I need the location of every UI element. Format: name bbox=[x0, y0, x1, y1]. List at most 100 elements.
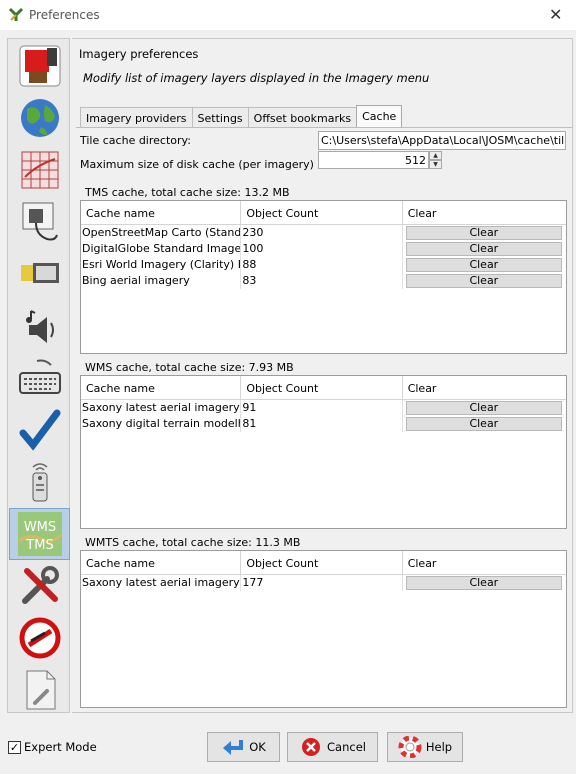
tab-settings[interactable]: Settings bbox=[191, 107, 249, 128]
help-button[interactable]: Help bbox=[387, 732, 463, 762]
table-row[interactable]: Saxony digital terrain modelho… 81 Clear bbox=[81, 416, 566, 432]
advanced-document-icon bbox=[26, 670, 55, 710]
title-bar: Preferences ✕ bbox=[0, 0, 576, 30]
cancel-icon bbox=[302, 738, 321, 756]
tile-cache-label: Tile cache directory: bbox=[80, 134, 191, 147]
col-object-count[interactable]: Object Count bbox=[241, 551, 403, 575]
object-count-cell: 91 bbox=[241, 400, 403, 416]
table-row[interactable]: Saxony latest aerial imagery 91 Clear bbox=[81, 400, 566, 416]
col-cache-name[interactable]: Cache name bbox=[81, 551, 242, 575]
page-title: Imagery preferences bbox=[79, 47, 199, 61]
clear-button[interactable]: Clear bbox=[405, 576, 562, 590]
ok-arrow-icon bbox=[223, 740, 244, 755]
help-label: Help bbox=[425, 740, 453, 754]
table-header: Cache name Object Count Clear bbox=[81, 201, 566, 225]
wmts-cache-table: Cache name Object Count Clear Saxony lat… bbox=[80, 550, 567, 708]
sidebar-item-projection[interactable] bbox=[10, 145, 69, 195]
sidebar-item-display[interactable] bbox=[10, 41, 69, 91]
sidebar-item-connection[interactable] bbox=[10, 93, 69, 143]
cache-name-cell: Saxony latest aerial imagery … bbox=[82, 575, 242, 591]
expert-mode-label: Expert Mode bbox=[24, 740, 97, 754]
ok-label: OK bbox=[249, 740, 266, 754]
tab-imagery-providers[interactable]: Imagery providers bbox=[80, 107, 193, 128]
object-count-cell: 83 bbox=[241, 273, 403, 289]
cache-name-cell: DigitalGlobe Standard Imagery bbox=[82, 241, 242, 257]
tab-offset-bookmarks[interactable]: Offset bookmarks bbox=[247, 107, 358, 128]
tab-strip: Imagery providers Settings Offset bookma… bbox=[80, 105, 403, 128]
window-title: Preferences bbox=[29, 8, 100, 22]
map-grid-icon bbox=[21, 151, 58, 189]
display-settings-icon bbox=[19, 45, 60, 87]
tile-cache-directory-field[interactable]: C:\Users\stefa\AppData\Local\JOSM\cache\… bbox=[318, 131, 566, 150]
wms-cache-table: Cache name Object Count Clear Saxony lat… bbox=[80, 375, 567, 529]
ok-button[interactable]: OK bbox=[207, 732, 280, 762]
wms-cache-title: WMS cache, total cache size: 7.93 MB bbox=[85, 361, 294, 374]
object-count-cell: 230 bbox=[241, 225, 403, 241]
col-clear[interactable]: Clear bbox=[403, 376, 566, 400]
cache-name-cell: Saxony latest aerial imagery bbox=[82, 400, 242, 416]
preferences-sidebar: WMS TMS bbox=[7, 38, 70, 713]
sidebar-item-files[interactable] bbox=[10, 249, 69, 299]
sidebar-item-advanced-tools[interactable] bbox=[10, 561, 69, 611]
spinner-down-icon[interactable]: ▼ bbox=[429, 160, 442, 169]
close-icon[interactable]: ✕ bbox=[549, 5, 562, 24]
max-size-spinner-field[interactable]: 512 bbox=[318, 151, 429, 169]
folders-icon bbox=[20, 263, 59, 283]
table-row[interactable]: Esri World Imagery (Clarity) Beta 88 Cle… bbox=[81, 257, 566, 273]
col-object-count[interactable]: Object Count bbox=[241, 201, 403, 225]
wmts-cache-title: WMTS cache, total cache size: 11.3 MB bbox=[85, 536, 301, 549]
sidebar-item-expert[interactable] bbox=[10, 665, 69, 715]
validator-checkmark-icon bbox=[19, 409, 60, 451]
col-object-count[interactable]: Object Count bbox=[241, 376, 403, 400]
col-cache-name[interactable]: Cache name bbox=[81, 201, 242, 225]
sidebar-item-plugins[interactable] bbox=[10, 197, 69, 247]
sidebar-item-validator[interactable] bbox=[10, 405, 69, 455]
table-row[interactable]: OpenStreetMap Carto (Stand… 230 Clear bbox=[81, 225, 566, 241]
col-clear[interactable]: Clear bbox=[403, 201, 566, 225]
clear-button[interactable]: Clear bbox=[405, 417, 562, 431]
cache-name-cell: OpenStreetMap Carto (Stand… bbox=[82, 225, 242, 241]
col-cache-name[interactable]: Cache name bbox=[81, 376, 242, 400]
keyboard-icon bbox=[18, 359, 61, 394]
tms-cache-title: TMS cache, total cache size: 13.2 MB bbox=[85, 186, 290, 199]
clear-button[interactable]: Clear bbox=[405, 258, 562, 272]
tms-cache-table: Cache name Object Count Clear OpenStreet… bbox=[80, 200, 567, 354]
remote-control-icon bbox=[32, 463, 47, 502]
josm-logo-icon bbox=[8, 7, 24, 21]
table-row[interactable]: Bing aerial imagery 83 Clear bbox=[81, 273, 566, 289]
table-header: Cache name Object Count Clear bbox=[81, 376, 566, 400]
sidebar-item-filters[interactable] bbox=[10, 613, 69, 663]
max-size-label: Maximum size of disk cache (per imagery)… bbox=[80, 158, 352, 171]
tms-label: TMS bbox=[25, 538, 53, 553]
plugin-plug-icon bbox=[22, 202, 58, 241]
globe-icon bbox=[20, 99, 59, 137]
sidebar-item-audio[interactable] bbox=[10, 301, 69, 351]
no-entry-icon bbox=[19, 617, 60, 659]
clear-button[interactable]: Clear bbox=[405, 226, 562, 240]
spinner-up-icon[interactable]: ▲ bbox=[429, 151, 442, 160]
tools-icon bbox=[21, 566, 59, 604]
sidebar-item-remote-control[interactable] bbox=[10, 457, 69, 507]
table-row[interactable]: DigitalGlobe Standard Imagery 100 Clear bbox=[81, 241, 566, 257]
table-row[interactable]: Saxony latest aerial imagery … 177 Clear bbox=[81, 575, 566, 591]
object-count-cell: 100 bbox=[241, 241, 403, 257]
clear-button[interactable]: Clear bbox=[405, 274, 562, 288]
wms-label: WMS bbox=[23, 520, 55, 535]
page-subtitle: Modify list of imagery layers displayed … bbox=[83, 71, 430, 85]
table-header: Cache name Object Count Clear bbox=[81, 551, 566, 575]
cancel-button[interactable]: Cancel bbox=[287, 732, 378, 762]
help-lifebuoy-icon bbox=[398, 736, 422, 758]
sidebar-item-imagery[interactable]: WMS TMS bbox=[9, 508, 70, 560]
clear-button[interactable]: Clear bbox=[405, 401, 562, 415]
tab-cache[interactable]: Cache bbox=[356, 105, 403, 127]
object-count-cell: 177 bbox=[241, 575, 403, 591]
wms-tms-icon: WMS TMS bbox=[17, 512, 62, 556]
clear-button[interactable]: Clear bbox=[405, 242, 562, 256]
expert-mode-checkbox[interactable]: ✓ bbox=[8, 741, 21, 754]
sidebar-item-shortcuts[interactable] bbox=[10, 353, 69, 403]
col-clear[interactable]: Clear bbox=[403, 551, 566, 575]
cache-name-cell: Esri World Imagery (Clarity) Beta bbox=[81, 257, 242, 273]
cache-name-cell: Bing aerial imagery bbox=[81, 273, 242, 289]
cache-name-cell: Saxony digital terrain modelho… bbox=[81, 416, 242, 432]
audio-speaker-icon bbox=[25, 310, 54, 343]
